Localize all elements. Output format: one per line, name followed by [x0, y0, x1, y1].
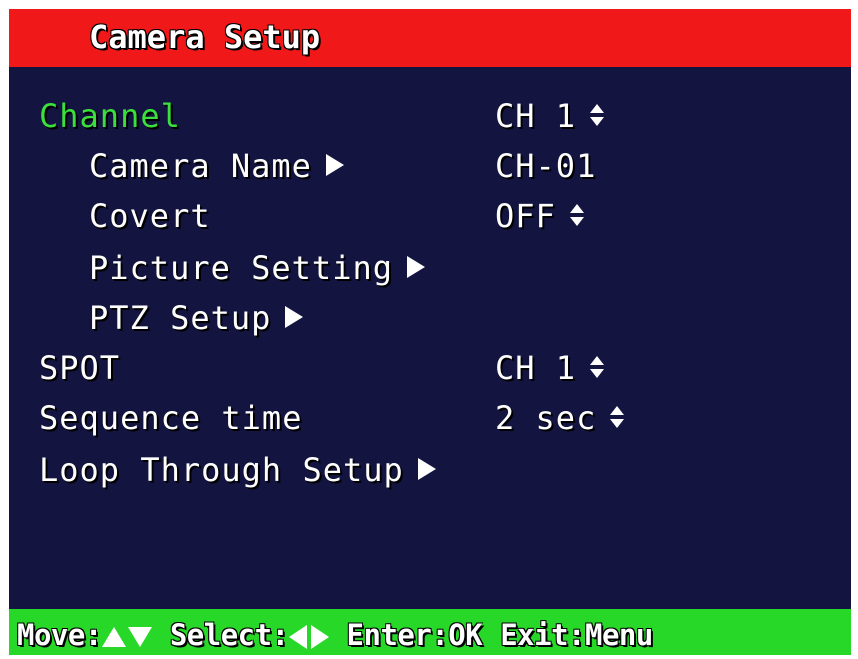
move-hint-label: Move: — [17, 618, 102, 652]
help-bar: Move: Select: Enter:OK Exit:Menu — [9, 609, 851, 655]
ptz-setup-label-text: PTZ Setup — [89, 299, 272, 337]
ptz-setup-label: PTZ Setup — [89, 293, 304, 343]
covert-label: Covert — [89, 197, 211, 235]
menu-item-channel[interactable]: Channel CH 1 — [9, 91, 851, 141]
loop-through-setup-label: Loop Through Setup — [39, 445, 436, 495]
up-down-icon — [590, 356, 605, 378]
camera-name-label: Camera Name — [89, 141, 344, 191]
sequence-time-label: Sequence time — [39, 399, 303, 437]
sequence-time-value-text: 2 sec — [495, 399, 597, 437]
picture-setting-label: Picture Setting — [89, 243, 425, 293]
right-arrow-icon — [406, 256, 425, 278]
osd-screen: Camera Setup Channel CH 1 Camera Name CH… — [9, 9, 851, 655]
help-text: Move: Select: Enter:OK Exit:Menu — [17, 613, 653, 655]
up-down-icon — [590, 104, 605, 126]
channel-label: Channel — [39, 97, 181, 135]
left-right-arrows-icon — [288, 615, 329, 655]
exit-hint-label: Exit:Menu — [500, 618, 653, 652]
camera-name-label-text: Camera Name — [89, 147, 312, 185]
covert-value-text: OFF — [495, 197, 556, 235]
channel-value-text: CH 1 — [495, 97, 577, 135]
spot-value[interactable]: CH 1 — [495, 343, 605, 393]
menu-item-picture-setting[interactable]: Picture Setting — [9, 243, 851, 293]
menu-item-sequence-time[interactable]: Sequence time 2 sec — [9, 393, 851, 443]
up-down-arrows-icon — [101, 615, 152, 655]
menu-item-ptz-setup[interactable]: PTZ Setup — [9, 293, 851, 343]
menu-item-loop-through-setup[interactable]: Loop Through Setup — [9, 445, 851, 495]
title-bar: Camera Setup — [9, 9, 851, 67]
spot-value-text: CH 1 — [495, 349, 577, 387]
picture-setting-label-text: Picture Setting — [89, 249, 393, 287]
right-arrow-icon — [285, 306, 304, 328]
right-arrow-icon — [325, 154, 344, 176]
right-arrow-icon — [417, 458, 436, 480]
covert-value[interactable]: OFF — [495, 191, 584, 241]
menu-item-camera-name[interactable]: Camera Name CH-01 — [9, 141, 851, 191]
menu-item-covert[interactable]: Covert OFF — [9, 191, 851, 241]
page-title: Camera Setup — [89, 18, 321, 56]
up-down-icon — [610, 406, 625, 428]
spot-label: SPOT — [39, 349, 121, 387]
channel-value[interactable]: CH 1 — [495, 91, 605, 141]
select-hint-label: Select: — [169, 618, 289, 652]
enter-hint-label: Enter:OK — [346, 618, 483, 652]
sequence-time-value[interactable]: 2 sec — [495, 393, 625, 443]
loop-through-setup-label-text: Loop Through Setup — [39, 451, 404, 489]
up-down-icon — [569, 204, 584, 226]
menu-item-spot[interactable]: SPOT CH 1 — [9, 343, 851, 393]
camera-name-value: CH-01 — [495, 147, 597, 185]
